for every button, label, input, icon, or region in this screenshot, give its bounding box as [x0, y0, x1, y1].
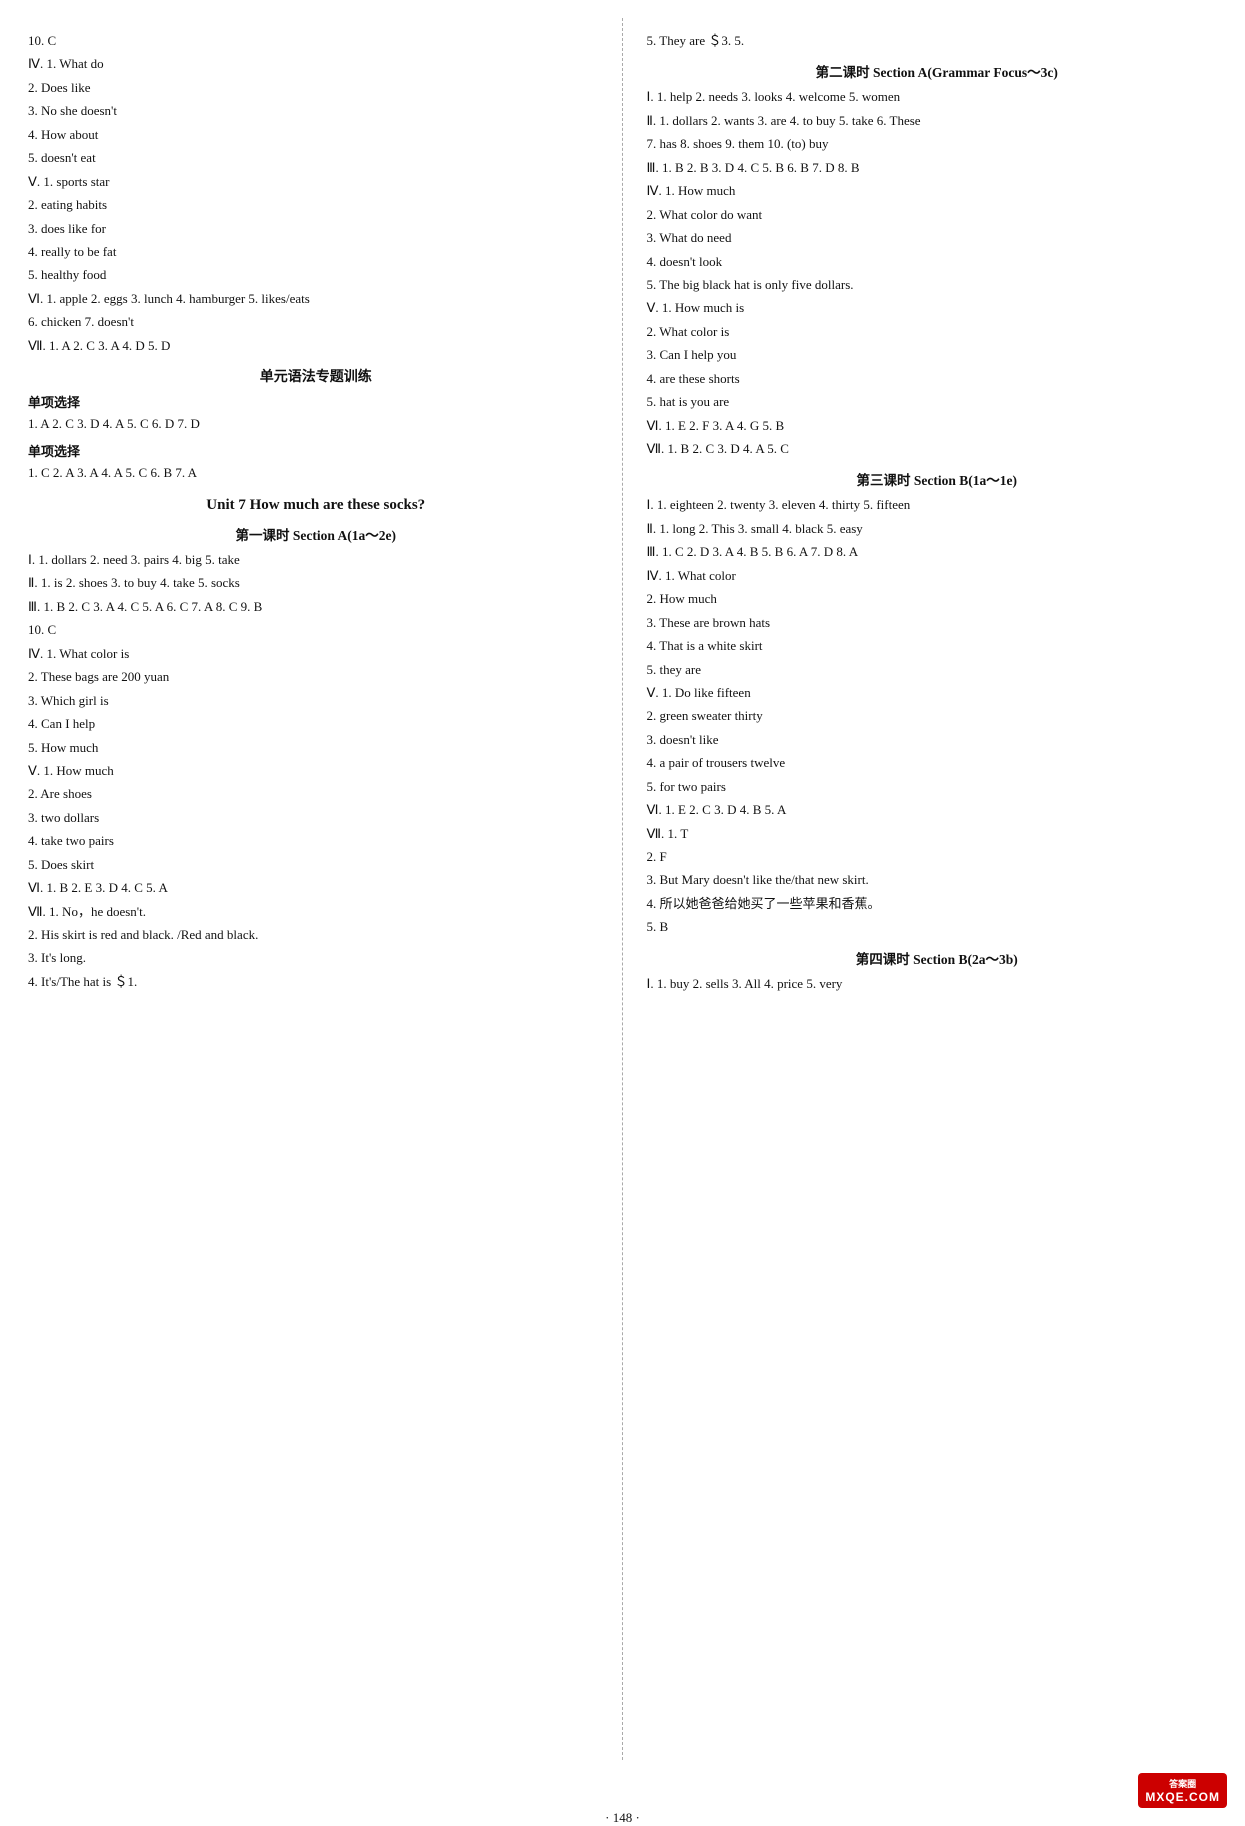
- page-number: · 148 ·: [0, 1810, 1245, 1826]
- l2-line-13: 5. hat is you are: [647, 391, 1228, 412]
- line-vi2: 6. chicken 7. doesn't: [28, 311, 604, 332]
- l1-line-10: 2. Are shoes: [28, 783, 604, 804]
- l3-line-3: Ⅳ. 1. What color: [647, 565, 1228, 586]
- l3-line-12: 5. for two pairs: [647, 776, 1228, 797]
- l3-line-11: 4. a pair of trousers twelve: [647, 752, 1228, 773]
- l3-line-2: Ⅲ. 1. C 2. D 3. A 4. B 5. B 6. A 7. D 8.…: [647, 541, 1228, 562]
- l2-line-12: 4. are these shorts: [647, 368, 1228, 389]
- watermark-top-text: 答案圈: [1145, 1777, 1220, 1790]
- watermark-bot-text: MXQE.COM: [1145, 1790, 1220, 1804]
- watermark: 答案圈 MXQE.COM: [1138, 1773, 1227, 1808]
- l3-line-10: 3. doesn't like: [647, 729, 1228, 750]
- l2-line-2: 7. has 8. shoes 9. them 10. (to) buy: [647, 133, 1228, 154]
- l2-line-6: 3. What do need: [647, 227, 1228, 248]
- l2-line-7: 4. doesn't look: [647, 251, 1228, 272]
- lesson2-content: Ⅰ. 1. help 2. needs 3. looks 4. welcome …: [647, 86, 1228, 459]
- l2-line-9: Ⅴ. 1. How much is: [647, 297, 1228, 318]
- line-vi: Ⅵ. 1. apple 2. eggs 3. lunch 4. hamburge…: [28, 288, 604, 309]
- line-v3: 3. does like for: [28, 218, 604, 239]
- page: 10. C Ⅳ. 1. What do 2. Does like 3. No s…: [0, 0, 1245, 1800]
- l1-line-12: 4. take two pairs: [28, 830, 604, 851]
- l1-line-14: Ⅵ. 1. B 2. E 3. D 4. C 5. A: [28, 877, 604, 898]
- l3-line-17: 4. 所以她爸爸给她买了一些苹果和香蕉。: [647, 893, 1228, 914]
- l1-line-17: 3. It's long.: [28, 947, 604, 968]
- l2-line-15: Ⅶ. 1. B 2. C 3. D 4. A 5. C: [647, 438, 1228, 459]
- l1-line-0: Ⅰ. 1. dollars 2. need 3. pairs 4. big 5.…: [28, 549, 604, 570]
- line-10c: 10. C: [28, 30, 604, 51]
- right-top-line: 5. They are ＄3. 5.: [647, 30, 1228, 51]
- l1-line-11: 3. two dollars: [28, 807, 604, 828]
- line-iv2: 2. Does like: [28, 77, 604, 98]
- l3-line-7: 5. they are: [647, 659, 1228, 680]
- dan-line2: 1. C 2. A 3. A 4. A 5. C 6. B 7. A: [28, 462, 604, 483]
- line-v5: 5. healthy food: [28, 264, 604, 285]
- l1-line-9: Ⅴ. 1. How much: [28, 760, 604, 781]
- lesson1-content: Ⅰ. 1. dollars 2. need 3. pairs 4. big 5.…: [28, 549, 604, 992]
- l1-line-18: 4. It's/The hat is ＄1.: [28, 971, 604, 992]
- dan-label2: 单项选择: [28, 441, 604, 460]
- l2-line-10: 2. What color is: [647, 321, 1228, 342]
- lesson3-content: Ⅰ. 1. eighteen 2. twenty 3. eleven 4. th…: [647, 494, 1228, 937]
- l1-line-16: 2. His skirt is red and black. /Red and …: [28, 924, 604, 945]
- l1-line-8: 5. How much: [28, 737, 604, 758]
- grammar-section-title: 单元语法专题训练: [28, 366, 604, 386]
- lesson1-title: 第一课时 Section A(1a～2e): [28, 524, 604, 544]
- l1-line-7: 4. Can I help: [28, 713, 604, 734]
- l1-line-6: 3. Which girl is: [28, 690, 604, 711]
- l3-line-9: 2. green sweater thirty: [647, 705, 1228, 726]
- l3-line-13: Ⅵ. 1. E 2. C 3. D 4. B 5. A: [647, 799, 1228, 820]
- unit-title: Unit 7 How much are these socks?: [28, 497, 604, 514]
- l2-line-14: Ⅵ. 1. E 2. F 3. A 4. G 5. B: [647, 415, 1228, 436]
- line-v1: Ⅴ. 1. sports star: [28, 171, 604, 192]
- dan-line1: 1. A 2. C 3. D 4. A 5. C 6. D 7. D: [28, 413, 604, 434]
- l3-line-14: Ⅶ. 1. T: [647, 823, 1228, 844]
- l3-line-8: Ⅴ. 1. Do like fifteen: [647, 682, 1228, 703]
- l3-line-1: Ⅱ. 1. long 2. This 3. small 4. black 5. …: [647, 518, 1228, 539]
- lesson4-title: 第四课时 Section B(2a～3b): [647, 948, 1228, 968]
- dan-label1: 单项选择: [28, 392, 604, 411]
- line-vii: Ⅶ. 1. A 2. C 3. A 4. D 5. D: [28, 335, 604, 356]
- l1-line-13: 5. Does skirt: [28, 854, 604, 875]
- l3-line-16: 3. But Mary doesn't like the/that new sk…: [647, 869, 1228, 890]
- l3-line-4: 2. How much: [647, 588, 1228, 609]
- l4-line-0: Ⅰ. 1. buy 2. sells 3. All 4. price 5. ve…: [647, 973, 1228, 994]
- l3-line-15: 2. F: [647, 846, 1228, 867]
- right-column: 5. They are ＄3. 5. 第二课时 Section A(Gramma…: [623, 18, 1245, 1760]
- top-lines: 10. C Ⅳ. 1. What do 2. Does like 3. No s…: [28, 30, 604, 356]
- line-v4: 4. really to be fat: [28, 241, 604, 262]
- line-v2: 2. eating habits: [28, 194, 604, 215]
- l1-line-15: Ⅶ. 1. No，he doesn't.: [28, 901, 604, 922]
- line-iv5: 5. doesn't eat: [28, 147, 604, 168]
- line-iv4: 4. How about: [28, 124, 604, 145]
- l1-line-4: Ⅳ. 1. What color is: [28, 643, 604, 664]
- l2-line-0: Ⅰ. 1. help 2. needs 3. looks 4. welcome …: [647, 86, 1228, 107]
- l3-line-18: 5. B: [647, 916, 1228, 937]
- l1-line-1: Ⅱ. 1. is 2. shoes 3. to buy 4. take 5. s…: [28, 572, 604, 593]
- l2-line-11: 3. Can I help you: [647, 344, 1228, 365]
- left-column: 10. C Ⅳ. 1. What do 2. Does like 3. No s…: [0, 18, 623, 1760]
- lesson4-content: Ⅰ. 1. buy 2. sells 3. All 4. price 5. ve…: [647, 973, 1228, 994]
- lesson3-title: 第三课时 Section B(1a～1e): [647, 469, 1228, 489]
- l1-line-2: Ⅲ. 1. B 2. C 3. A 4. C 5. A 6. C 7. A 8.…: [28, 596, 604, 617]
- l3-line-6: 4. That is a white skirt: [647, 635, 1228, 656]
- l3-line-0: Ⅰ. 1. eighteen 2. twenty 3. eleven 4. th…: [647, 494, 1228, 515]
- lesson2-title: 第二课时 Section A(Grammar Focus～3c): [647, 61, 1228, 81]
- l2-line-5: 2. What color do want: [647, 204, 1228, 225]
- l2-line-3: Ⅲ. 1. B 2. B 3. D 4. C 5. B 6. B 7. D 8.…: [647, 157, 1228, 178]
- line-iv1: Ⅳ. 1. What do: [28, 53, 604, 74]
- line-iv3: 3. No she doesn't: [28, 100, 604, 121]
- l2-line-8: 5. The big black hat is only five dollar…: [647, 274, 1228, 295]
- l3-line-5: 3. These are brown hats: [647, 612, 1228, 633]
- l1-line-5: 2. These bags are 200 yuan: [28, 666, 604, 687]
- l2-line-1: Ⅱ. 1. dollars 2. wants 3. are 4. to buy …: [647, 110, 1228, 131]
- l1-line-3: 10. C: [28, 619, 604, 640]
- l2-line-4: Ⅳ. 1. How much: [647, 180, 1228, 201]
